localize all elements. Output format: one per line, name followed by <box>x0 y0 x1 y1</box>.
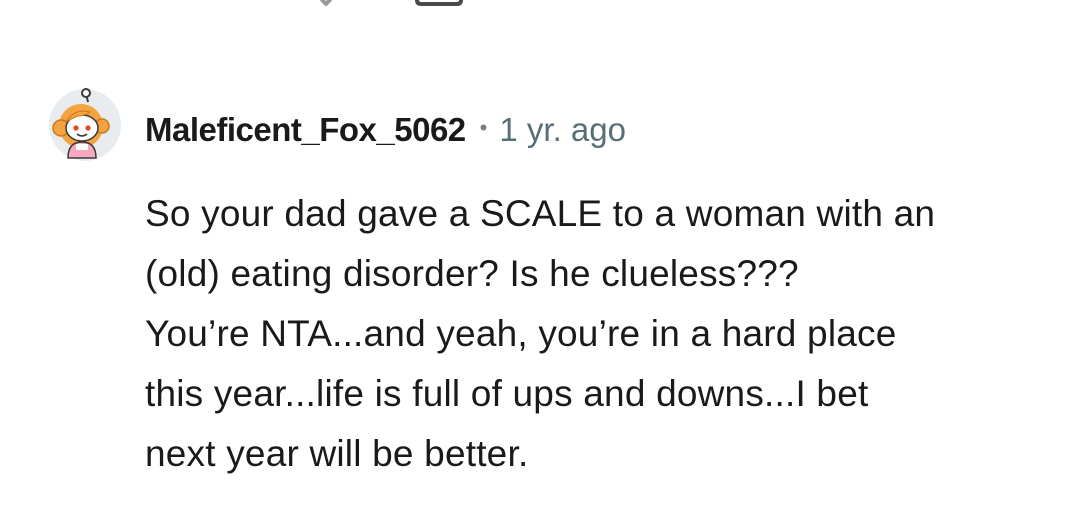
reply-icon[interactable] <box>414 0 464 13</box>
comment-meta: Maleficent_Fox_5062 • 1 yr. ago <box>145 108 626 152</box>
comment-view: Maleficent_Fox_5062 • 1 yr. ago So your … <box>0 0 1080 514</box>
comment-timestamp: 1 yr. ago <box>499 111 626 148</box>
previous-comment-actions <box>0 0 1080 10</box>
meta-separator: • <box>479 115 488 140</box>
comment-line: this year...life is full of ups and down… <box>145 373 869 414</box>
comment-line: You’re NTA...and yeah, you’re in a hard … <box>145 313 897 354</box>
username-link[interactable]: Maleficent_Fox_5062 <box>145 111 466 149</box>
downvote-icon[interactable] <box>310 0 342 13</box>
comment-body: So your dad gave a SCALE to a woman with… <box>145 184 1045 484</box>
snoo-avatar-icon[interactable] <box>48 88 122 162</box>
comment-line: next year will be better. <box>145 433 529 474</box>
comment-line: So your dad gave a SCALE to a woman with… <box>145 193 936 234</box>
share-icon[interactable] <box>152 0 182 13</box>
comment-line: (old) eating disorder? Is he clueless??? <box>145 253 799 294</box>
